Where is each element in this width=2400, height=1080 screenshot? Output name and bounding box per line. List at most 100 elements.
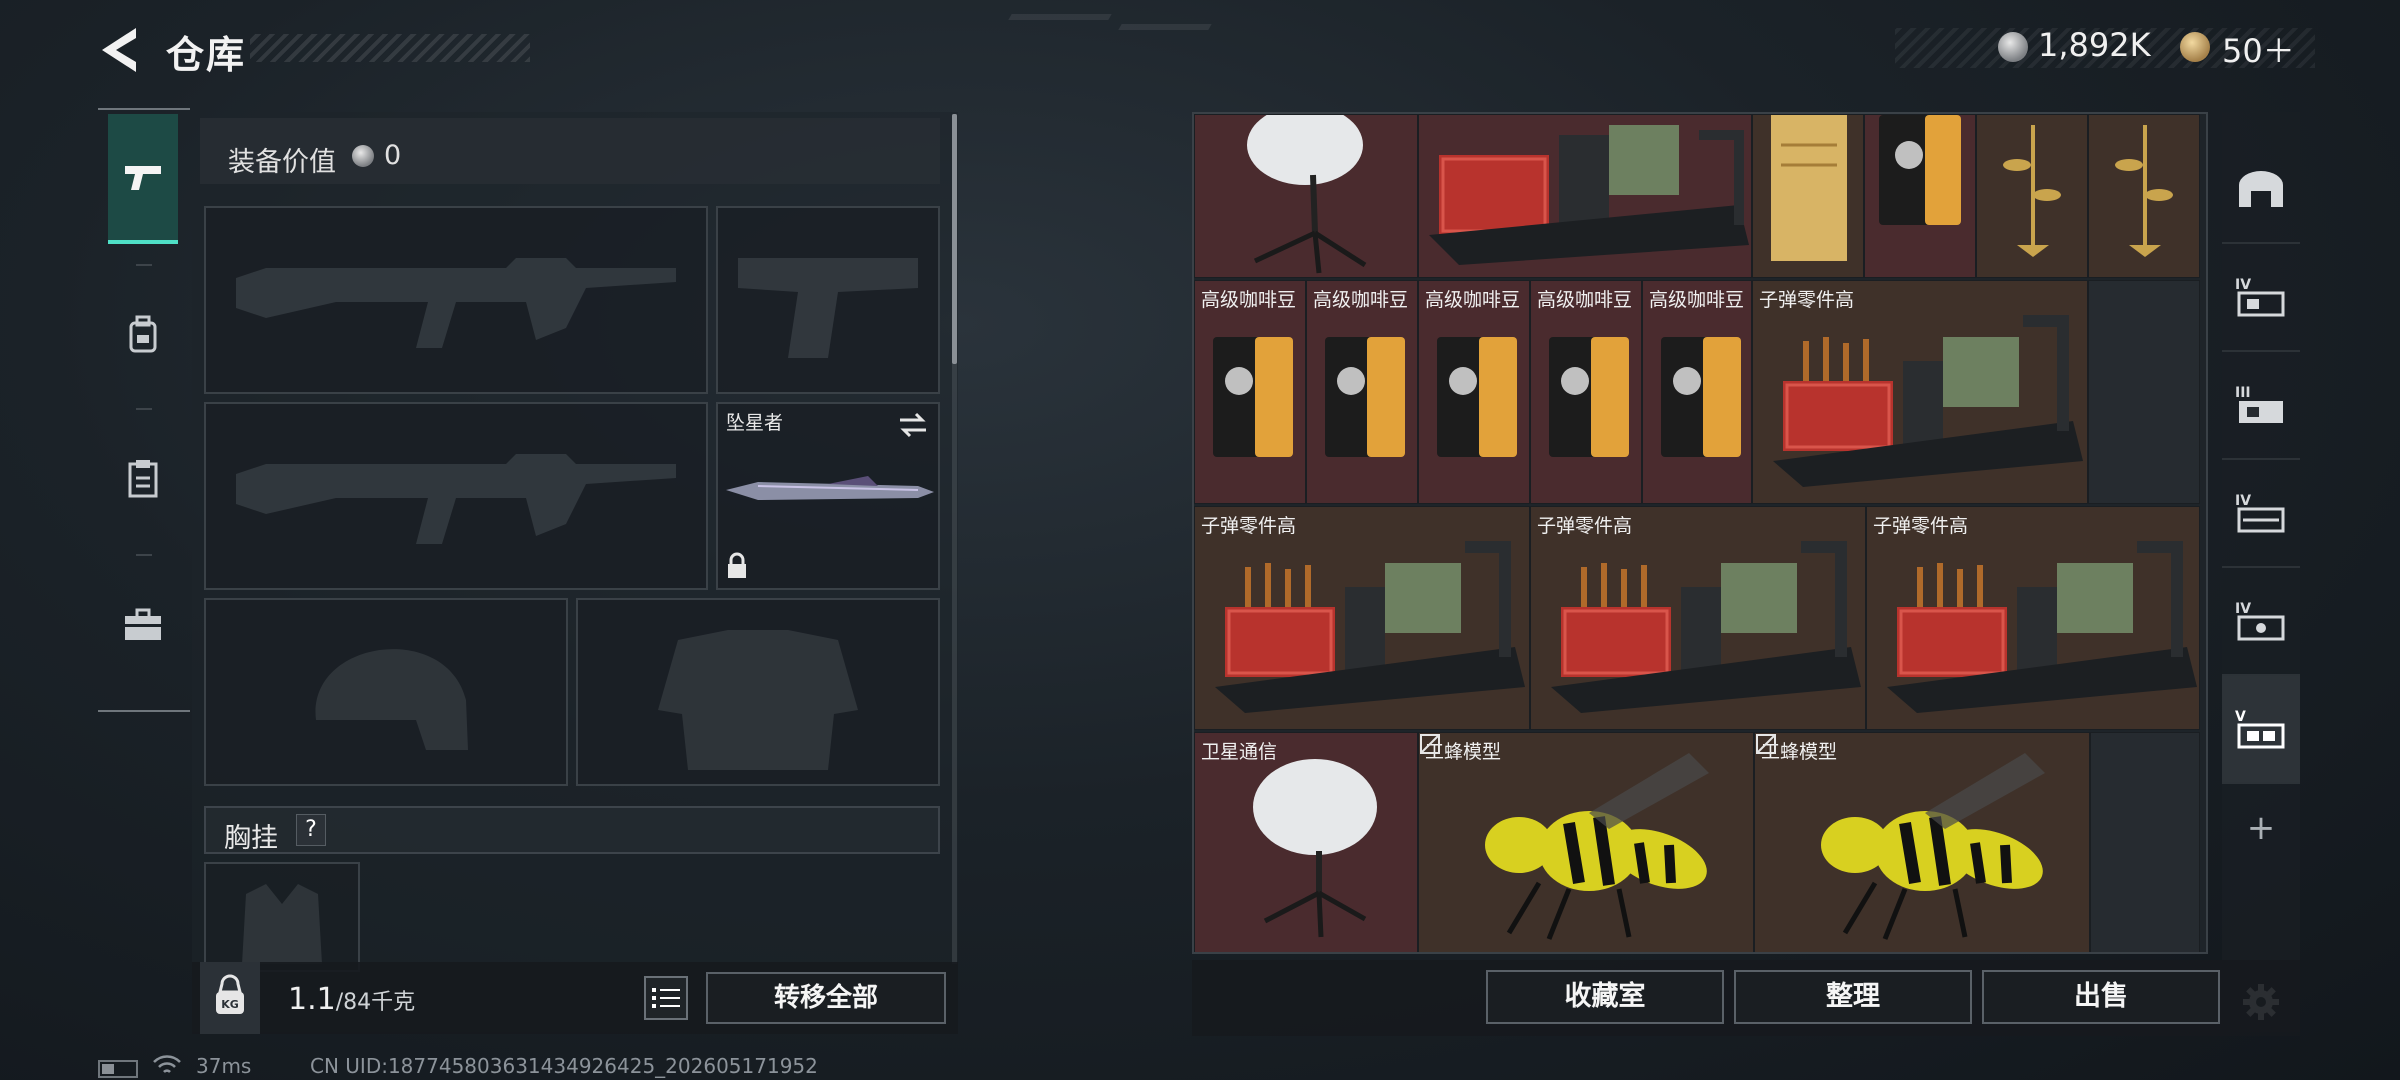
stash-item-name: 子弹零件高 — [1759, 289, 1855, 311]
armory-icon — [2239, 171, 2283, 207]
wifi-icon — [153, 1055, 181, 1073]
stash-item-name: 卫星通信 — [1201, 741, 1278, 763]
tab-chest-rig[interactable] — [108, 414, 178, 544]
stash-item[interactable]: 高级咖啡豆 — [1306, 280, 1418, 504]
equipment-value: 0 — [384, 140, 402, 171]
lock-icon — [728, 552, 746, 578]
stash-item-name: 子弹零件高 — [1201, 515, 1297, 537]
sell-button[interactable]: 出售 — [1982, 970, 2220, 1024]
equipment-value-header: 装备价值 0 — [200, 118, 940, 184]
coffee-bag-icon — [1437, 337, 1517, 457]
unsearched-marker-icon — [1420, 734, 1440, 754]
svg-text:IV: IV — [2235, 493, 2251, 509]
stash-tab-2[interactable]: III — [2222, 352, 2300, 460]
stash-item[interactable]: 子弹零件高 — [1752, 280, 2088, 504]
stash-item[interactable]: 子弹零件高 — [1866, 506, 2200, 730]
equipment-value-label: 装备价值 — [228, 147, 336, 178]
helmet-slot[interactable] — [204, 598, 568, 786]
bullet-parts-crate-icon — [1429, 125, 1749, 265]
silver-coin-icon — [1998, 32, 2028, 62]
stash-item[interactable]: 子弹零件高 — [1194, 506, 1530, 730]
document-icon — [1771, 115, 1847, 261]
unsearched-marker-icon — [1756, 734, 1776, 754]
currency-silver-value: 1,892K — [2038, 26, 2151, 64]
list-icon — [652, 988, 680, 1008]
stash-tier-icon: IV — [2235, 493, 2285, 533]
stash-item[interactable]: 工蜂模型 — [1418, 732, 1754, 952]
collection-room-button[interactable]: 收藏室 — [1486, 970, 1724, 1024]
stash-item-name: 高级咖啡豆 — [1425, 289, 1521, 311]
tab-backpack[interactable] — [108, 270, 178, 400]
top-bar: 仓库 1,892K 50＋ — [0, 0, 2400, 100]
armor-silhouette-icon — [658, 630, 858, 770]
coffee-bag-icon — [1549, 337, 1629, 457]
stash-item[interactable]: 子弹零件高 — [1530, 506, 1866, 730]
back-button[interactable] — [96, 22, 144, 78]
stash-item[interactable] — [1976, 114, 2088, 278]
satellite-dish-icon — [1253, 759, 1377, 938]
stash-item[interactable]: 高级咖啡豆 — [1418, 280, 1530, 504]
primary-weapon-slot-2[interactable] — [204, 402, 708, 590]
add-stash-tab-label: + — [2246, 808, 2276, 848]
stash-grid: 高级咖啡豆 高级咖啡豆 高级咖啡豆 高级咖啡豆 高级咖啡豆 子弹零件高 子弹零件… — [1192, 112, 2208, 954]
primary-weapon-slot-1[interactable] — [204, 206, 708, 394]
chest-rig-help-button[interactable]: ? — [296, 814, 326, 846]
bullet-parts-crate-icon — [1551, 541, 1861, 713]
battery-icon — [98, 1060, 138, 1078]
add-stash-tab-button[interactable]: + — [2222, 790, 2300, 866]
chest-rig-slot[interactable] — [204, 862, 360, 972]
silver-coin-icon — [352, 145, 374, 167]
stash-empty-cell[interactable] — [2088, 280, 2200, 504]
stash-tabs-rail: IV III IV IV V + — [2222, 112, 2300, 1032]
gold-coin-icon[interactable] — [2180, 32, 2210, 62]
stash-item[interactable]: 卫星通信 — [1194, 732, 1418, 952]
golden-rose-icon — [2115, 125, 2173, 257]
coffee-bag-icon — [1661, 337, 1741, 457]
bullet-parts-crate-icon — [1887, 541, 2197, 713]
svg-text:IV: IV — [2235, 277, 2251, 293]
stash-tab-3[interactable]: IV — [2222, 460, 2300, 568]
tab-weapons[interactable] — [108, 114, 178, 244]
star-breaker-knife-icon — [726, 412, 934, 578]
stash-item[interactable] — [1864, 114, 1976, 278]
stash-tab-4[interactable]: IV — [2222, 568, 2300, 676]
uid-text: CN UID:18774580363143492642​5_2026051719… — [310, 1054, 818, 1078]
svg-text:III: III — [2235, 385, 2251, 401]
stash-item[interactable] — [1752, 114, 1864, 278]
chest-rig-label: 胸挂 — [224, 823, 278, 854]
stash-item[interactable] — [2088, 114, 2200, 278]
stash-item[interactable] — [1418, 114, 1752, 278]
golden-rose-icon — [2003, 125, 2061, 257]
stash-item[interactable]: 工蜂模型 — [1754, 732, 2090, 952]
stash-item[interactable] — [1194, 114, 1418, 278]
pistol-slot[interactable] — [716, 206, 940, 394]
ping-text: 37ms — [196, 1054, 252, 1078]
weight-icon-box: KG — [200, 962, 260, 1034]
list-view-button[interactable] — [644, 976, 688, 1020]
svg-text:KG: KG — [221, 998, 239, 1011]
stash-item[interactable]: 高级咖啡豆 — [1530, 280, 1642, 504]
stash-item[interactable]: 高级咖啡豆 — [1194, 280, 1306, 504]
stash-tab-5[interactable]: V — [2222, 676, 2300, 784]
armor-slot[interactable] — [576, 598, 940, 786]
satellite-dish-icon — [1247, 115, 1367, 274]
stash-empty-cell[interactable] — [2090, 732, 2200, 952]
currency-gold-value[interactable]: 50＋ — [2222, 26, 2295, 72]
equipment-scrollbar[interactable] — [952, 114, 957, 364]
stash-tab-1[interactable]: IV — [2222, 244, 2300, 352]
stash-item[interactable]: 高级咖啡豆 — [1642, 280, 1752, 504]
coffee-bag-icon — [1213, 337, 1293, 457]
stash-tier-icon: III — [2235, 385, 2283, 423]
melee-slot[interactable]: 坠星者 — [716, 402, 940, 590]
stash-item-name: 子弹零件高 — [1873, 515, 1969, 537]
coffee-bag-icon — [1879, 115, 1961, 225]
stash-tab-armory[interactable] — [2222, 136, 2300, 244]
tab-case[interactable] — [108, 560, 178, 690]
rail-top-line — [98, 108, 190, 110]
backpack-icon — [129, 315, 157, 353]
rail-separator — [136, 408, 152, 410]
chest-rig-silhouette-icon — [242, 884, 322, 964]
transfer-all-button[interactable]: 转移全部 — [706, 972, 946, 1024]
organize-button[interactable]: 整理 — [1734, 970, 1972, 1024]
stash-item-name: 高级咖啡豆 — [1313, 289, 1409, 311]
